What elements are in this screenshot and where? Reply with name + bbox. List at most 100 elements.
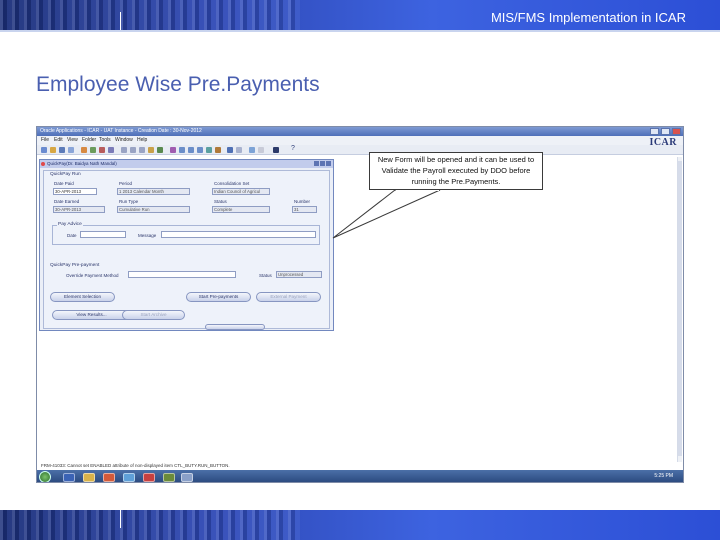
pay-advice-message-label: Message — [138, 233, 157, 238]
pay-advice-date-field[interactable] — [80, 231, 126, 238]
menu-help[interactable]: Help — [137, 137, 147, 143]
page-title: Employee Wise Pre.Payments — [36, 73, 320, 96]
vertical-scrollbar[interactable] — [677, 157, 682, 462]
menu-folder[interactable]: Folder — [82, 137, 96, 143]
window-controls — [650, 128, 681, 135]
taskbar-oracle-icon[interactable] — [163, 473, 175, 482]
quickpay-form: QuickPay(Dr. Baidya Nath Mandal) QuickPa… — [39, 159, 334, 331]
prepayment-header: QuickPay Pre-payment — [50, 263, 100, 268]
translation-icon[interactable] — [236, 147, 242, 153]
help-icon[interactable]: ? — [291, 145, 295, 152]
header-rule — [0, 30, 720, 32]
menu-edit[interactable]: Edit — [54, 137, 63, 143]
override-payment-method-field[interactable] — [128, 271, 236, 278]
scrollbar-thumb[interactable] — [678, 161, 682, 456]
slide-header-bar: MIS/FMS Implementation in ICAR — [0, 0, 720, 30]
prepayment-status-label: Status — [259, 273, 272, 278]
taskbar-media-icon[interactable] — [103, 473, 115, 482]
footer-texture — [0, 510, 300, 540]
form-body: QuickPay Run Date Paid 30-APR-2013 Perio… — [43, 170, 330, 329]
date-paid-field[interactable]: 30-APR-2013 — [53, 188, 97, 195]
folder-icon[interactable] — [227, 147, 233, 153]
menu-bar: File Edit View Folder Tools Window Help — [37, 136, 683, 145]
edit-field-icon[interactable] — [170, 147, 176, 153]
quickpay-run-header: QuickPay Run — [50, 172, 81, 177]
start-button[interactable] — [39, 471, 51, 482]
status-field[interactable]: Complete — [212, 206, 270, 213]
navigator-icon[interactable] — [68, 147, 74, 153]
header-texture — [0, 0, 300, 30]
taskbar-explorer-icon[interactable] — [83, 473, 95, 482]
taskbar: 5:25 PM — [37, 470, 683, 482]
open-icon[interactable] — [50, 147, 56, 153]
prepayment-status-field[interactable]: Unprocessed — [276, 271, 322, 278]
taskbar-ie-icon[interactable] — [63, 473, 75, 482]
minimize-button[interactable] — [650, 128, 659, 135]
date-earned-field[interactable]: 30-APR-2013 — [53, 206, 105, 213]
pay-advice-message-field[interactable] — [161, 231, 316, 238]
form-close-icon[interactable] — [41, 162, 45, 166]
delete-icon[interactable] — [215, 147, 221, 153]
save-icon[interactable] — [59, 147, 65, 153]
window-icon[interactable] — [249, 147, 255, 153]
form-window-controls — [314, 161, 331, 166]
header-divider — [120, 12, 121, 30]
start-archive-button[interactable]: Start Archive — [122, 310, 185, 320]
form-close-button[interactable] — [326, 161, 331, 166]
number-label: Number — [294, 199, 311, 204]
zoom-icon[interactable] — [108, 147, 114, 153]
maximize-button[interactable] — [661, 128, 670, 135]
form-titlebar: QuickPay(Dr. Baidya Nath Mandal) — [40, 160, 333, 168]
menu-view[interactable]: View — [67, 137, 78, 143]
pay-advice-header: Pay Advice — [57, 222, 83, 227]
view-results-button[interactable]: View Results... — [52, 310, 131, 320]
export-icon[interactable] — [273, 147, 279, 153]
copy-icon[interactable] — [188, 147, 194, 153]
attachments-icon[interactable] — [157, 147, 163, 153]
taskbar-app-icon[interactable] — [123, 473, 135, 482]
form-maximize-button[interactable] — [320, 161, 325, 166]
date-earned-label: Date Earned — [54, 199, 80, 204]
taskbar-window-icon[interactable] — [181, 473, 193, 482]
clear-record-icon[interactable] — [206, 147, 212, 153]
previous-record-icon[interactable] — [130, 147, 136, 153]
first-record-icon[interactable] — [121, 147, 127, 153]
form-minimize-button[interactable] — [314, 161, 319, 166]
menu-file[interactable]: File — [41, 137, 49, 143]
menu-tools[interactable]: Tools — [99, 137, 111, 143]
print-icon[interactable] — [81, 147, 87, 153]
number-field[interactable]: 31 — [292, 206, 317, 213]
last-record-icon[interactable] — [148, 147, 154, 153]
taskbar-pdf-icon[interactable] — [143, 473, 155, 482]
next-record-icon[interactable] — [139, 147, 145, 153]
window-title: Oracle Applications - ICAR - UAT Instanc… — [40, 128, 202, 134]
toolbar: ? — [37, 145, 683, 155]
menu-window[interactable]: Window — [115, 137, 133, 143]
period-label: Period — [119, 181, 133, 186]
close-button[interactable] — [672, 128, 681, 135]
date-paid-label: Date Paid — [54, 181, 74, 186]
header-title: MIS/FMS Implementation in ICAR — [490, 10, 686, 25]
background-form-button[interactable] — [205, 324, 265, 330]
app-screenshot: Oracle Applications - ICAR - UAT Instanc… — [36, 126, 684, 483]
paste-icon[interactable] — [197, 147, 203, 153]
element-selection-button[interactable]: Element Selection — [50, 292, 115, 302]
list-icon[interactable] — [258, 147, 264, 153]
new-icon[interactable] — [41, 147, 47, 153]
callout-box: New Form will be opened and it can be us… — [369, 152, 543, 190]
close-form-icon[interactable] — [90, 147, 96, 153]
run-type-label: Run Type — [119, 199, 139, 204]
consolidation-set-label: Consolidation Set — [214, 181, 250, 186]
period-field[interactable]: 1 2013 Calendar Month — [117, 188, 190, 195]
status-message: FRM-41033: Cannot set ENABLED attribute … — [41, 463, 230, 468]
pay-advice-date-label: Date — [67, 233, 77, 238]
taskbar-clock: 5:25 PM — [654, 473, 673, 479]
cut-icon[interactable] — [179, 147, 185, 153]
start-prepayments-button[interactable]: Start Pre-payments — [186, 292, 251, 302]
override-payment-method-label: Override Payment Method — [66, 273, 119, 278]
status-label: Status — [214, 199, 227, 204]
consolidation-set-field[interactable]: Indian Council of Agricul — [212, 188, 270, 195]
external-payment-button[interactable]: External Payment — [256, 292, 321, 302]
find-icon[interactable] — [99, 147, 105, 153]
run-type-field[interactable]: Cumulative Run — [117, 206, 190, 213]
